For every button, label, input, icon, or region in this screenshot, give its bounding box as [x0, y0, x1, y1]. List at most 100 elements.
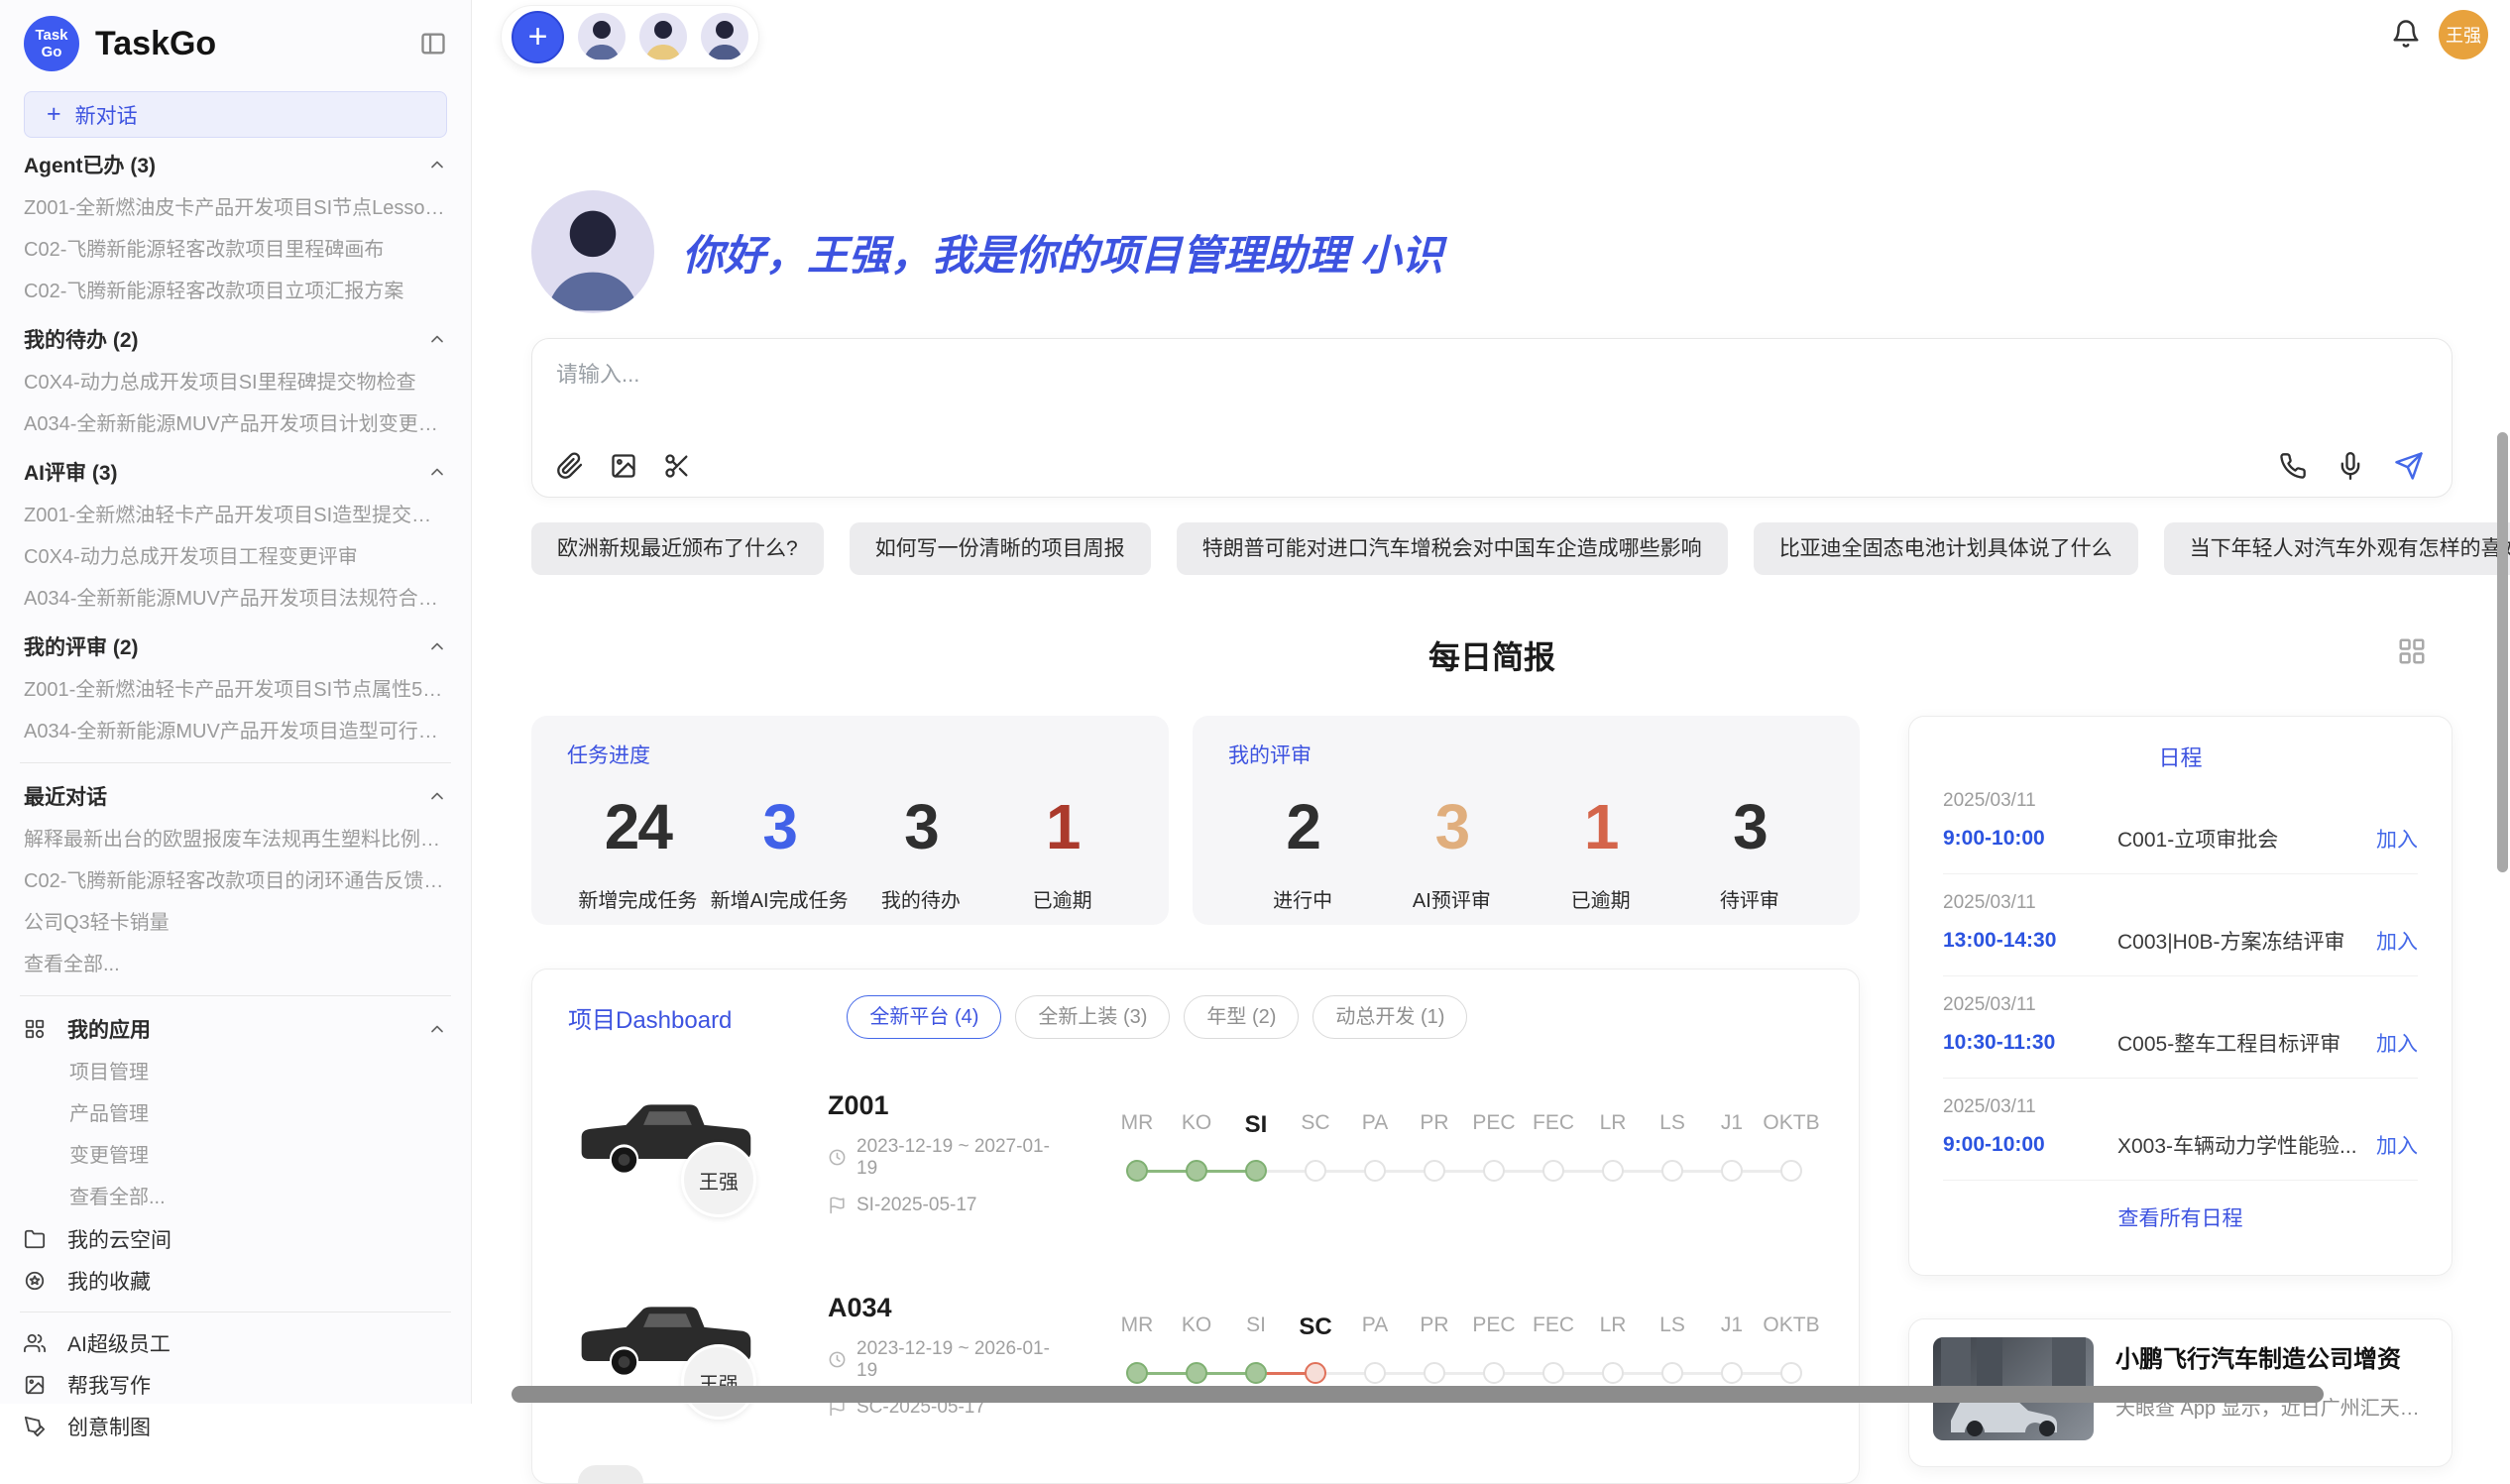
- list-item[interactable]: C0X4-动力总成开发项目工程变更评审: [24, 536, 447, 578]
- owner-badge: 王强: [681, 1142, 756, 1217]
- stat: 3 我的待办: [851, 791, 992, 913]
- list-item[interactable]: C02-飞腾新能源轻客改款项目里程碑画布: [24, 229, 447, 271]
- chevron-up-icon[interactable]: [427, 636, 447, 656]
- milestone-label: SC: [1286, 1313, 1345, 1341]
- project-code: Z001: [828, 1090, 1064, 1121]
- milestone-label: SI: [1226, 1111, 1286, 1139]
- sidebar-item-ai-super-staff[interactable]: AI超级员工: [24, 1322, 447, 1364]
- pen-icon: [24, 1416, 46, 1437]
- flag-icon: [828, 1196, 847, 1214]
- list-item[interactable]: Z001-全新燃油轻卡产品开发项目SI造型提交物评审: [24, 495, 447, 536]
- star-badge-icon: [24, 1270, 46, 1292]
- list-item[interactable]: 公司Q3轻卡销量: [24, 902, 447, 944]
- milestone-dot: [1602, 1362, 1624, 1384]
- sidebar-item-project-mgmt[interactable]: 项目管理: [24, 1052, 447, 1093]
- filter-tab[interactable]: 全新上装 (3): [1015, 995, 1170, 1039]
- image-icon: [24, 1374, 46, 1396]
- milestone-label: PEC: [1464, 1111, 1524, 1139]
- milestone-dot: [1245, 1362, 1267, 1384]
- layout-grid-icon[interactable]: [2397, 636, 2427, 666]
- section-recent-chats[interactable]: 最近对话: [24, 773, 447, 819]
- list-item[interactable]: Z001-全新燃油皮卡产品开发项目SI节点Lesson Learn报告: [24, 187, 447, 229]
- milestone-dot: [1483, 1160, 1505, 1182]
- project-image: 王强: [568, 1281, 766, 1429]
- add-agent-button[interactable]: +: [512, 11, 564, 63]
- section-ai-review[interactable]: AI评审 (3): [24, 449, 447, 495]
- user-avatar[interactable]: 王强: [2439, 10, 2488, 59]
- milestone-label: OKTB: [1762, 1313, 1821, 1341]
- milestone-dot: [1780, 1362, 1802, 1384]
- join-link[interactable]: 加入: [2376, 1130, 2418, 1160]
- section-agent-done[interactable]: Agent已办 (3): [24, 142, 447, 187]
- milestone-label: MR: [1107, 1313, 1167, 1341]
- list-item[interactable]: C02-飞腾新能源轻客改款项目立项汇报方案: [24, 271, 447, 312]
- list-item[interactable]: A034-全新新能源MUV产品开发项目法规符合性评审: [24, 578, 447, 620]
- list-item[interactable]: C02-飞腾新能源轻客改款项目的闭环通告反馈情况: [24, 860, 447, 902]
- schedule-item: 2025/03/11 9:00-10:00 C001-立项审批会 加入: [1943, 772, 2418, 874]
- vertical-scrollbar[interactable]: [2497, 432, 2508, 872]
- list-item[interactable]: Z001-全新燃油轻卡产品开发项目SI节点属性5D文件评审: [24, 669, 447, 711]
- project-row[interactable]: 王强 A034 2023-12-19 ~ 2026-01-19 SC-2025-…: [568, 1267, 1827, 1443]
- chevron-up-icon[interactable]: [427, 1019, 447, 1039]
- section-my-todo[interactable]: 我的待办 (2): [24, 316, 447, 362]
- list-item[interactable]: A034-全新新能源MUV产品开发项目造型可行性评审: [24, 711, 447, 752]
- new-chat-button[interactable]: + 新对话: [24, 91, 447, 138]
- notification-bell-icon[interactable]: [2391, 19, 2421, 49]
- agent-avatar[interactable]: [701, 13, 748, 60]
- screenshot-scissors-icon[interactable]: [663, 452, 691, 480]
- suggestion-chip[interactable]: 欧洲新规最近颁布了什么?: [531, 522, 824, 575]
- image-upload-icon[interactable]: [610, 452, 637, 480]
- voice-call-icon[interactable]: [2279, 452, 2307, 480]
- chevron-up-icon[interactable]: [427, 786, 447, 806]
- list-item[interactable]: A034-全新新能源MUV产品开发项目计划变更表编写: [24, 403, 447, 445]
- join-link[interactable]: 加入: [2376, 1028, 2418, 1058]
- filter-tab[interactable]: 年型 (2): [1184, 995, 1299, 1039]
- sidebar-item-change-mgmt[interactable]: 变更管理: [24, 1135, 447, 1177]
- sidebar-item-product-mgmt[interactable]: 产品管理: [24, 1093, 447, 1135]
- list-item[interactable]: C0X4-动力总成开发项目SI里程碑提交物检查: [24, 362, 447, 403]
- sidebar: Task Go TaskGo + 新对话 Agent已办 (3) Z001-全新…: [0, 0, 472, 1404]
- list-item[interactable]: 解释最新出台的欧盟报废车法规再生塑料比例被调至15%...: [24, 819, 447, 860]
- join-link[interactable]: 加入: [2376, 926, 2418, 956]
- stat: 3 待评审: [1675, 791, 1824, 913]
- suggestion-chip[interactable]: 特朗普可能对进口汽车增税会对中国车企造成哪些影响: [1177, 522, 1728, 575]
- project-row[interactable]: 王强 Z001 2023-12-19 ~ 2027-01-19 SI-2025-…: [568, 1065, 1827, 1241]
- sidebar-item-favorites[interactable]: 我的收藏: [24, 1260, 447, 1302]
- suggestion-chip[interactable]: 当下年轻人对汽车外观有怎样的喜好趋势: [2164, 522, 2510, 575]
- join-link[interactable]: 加入: [2376, 824, 2418, 854]
- agent-avatar[interactable]: [578, 13, 626, 60]
- view-all-schedule-link[interactable]: 查看所有日程: [1943, 1202, 2418, 1232]
- agent-avatar[interactable]: [639, 13, 687, 60]
- microphone-icon[interactable]: [2337, 452, 2364, 480]
- chevron-up-icon[interactable]: [427, 462, 447, 482]
- collapse-sidebar-icon[interactable]: [419, 30, 447, 57]
- app-logo: Task Go: [24, 16, 79, 71]
- milestone-dot: [1721, 1362, 1743, 1384]
- brand-name: TaskGo: [95, 25, 419, 63]
- stat: 1 已逾期: [1527, 791, 1675, 913]
- horizontal-scrollbar[interactable]: [512, 1386, 2324, 1403]
- filter-tab[interactable]: 全新平台 (4): [847, 995, 1001, 1039]
- send-icon[interactable]: [2394, 451, 2424, 481]
- filter-tab[interactable]: 动总开发 (1): [1312, 995, 1467, 1039]
- milestone-label: FEC: [1524, 1111, 1583, 1139]
- milestone-dot: [1305, 1362, 1326, 1384]
- suggestion-chip[interactable]: 比亚迪全固态电池计划具体说了什么: [1754, 522, 2138, 575]
- chevron-up-icon[interactable]: [427, 155, 447, 174]
- sidebar-item-cloud-space[interactable]: 我的云空间: [24, 1218, 447, 1260]
- milestone-dot: [1602, 1160, 1624, 1182]
- stat: 24 新增完成任务: [567, 791, 709, 913]
- sidebar-item-help-write[interactable]: 帮我写作: [24, 1364, 447, 1406]
- suggestion-chip[interactable]: 如何写一份清晰的项目周报: [850, 522, 1151, 575]
- milestone-dot: [1424, 1362, 1445, 1384]
- section-my-review[interactable]: 我的评审 (2): [24, 624, 447, 669]
- view-all-link[interactable]: 查看全部...: [24, 1177, 447, 1218]
- sidebar-item-creative-draw[interactable]: 创意制图: [24, 1406, 447, 1447]
- attachment-icon[interactable]: [556, 452, 584, 480]
- view-all-link[interactable]: 查看全部...: [24, 944, 447, 985]
- chat-input[interactable]: [556, 357, 2428, 393]
- chevron-up-icon[interactable]: [427, 329, 447, 349]
- greeting-text: 你好，王强，我是你的项目管理助理 小识: [682, 222, 1443, 283]
- schedule-card: 日程 2025/03/11 9:00-10:00 C001-立项审批会 加入 2…: [1908, 716, 2453, 1276]
- section-my-apps[interactable]: 我的应用: [24, 1006, 447, 1052]
